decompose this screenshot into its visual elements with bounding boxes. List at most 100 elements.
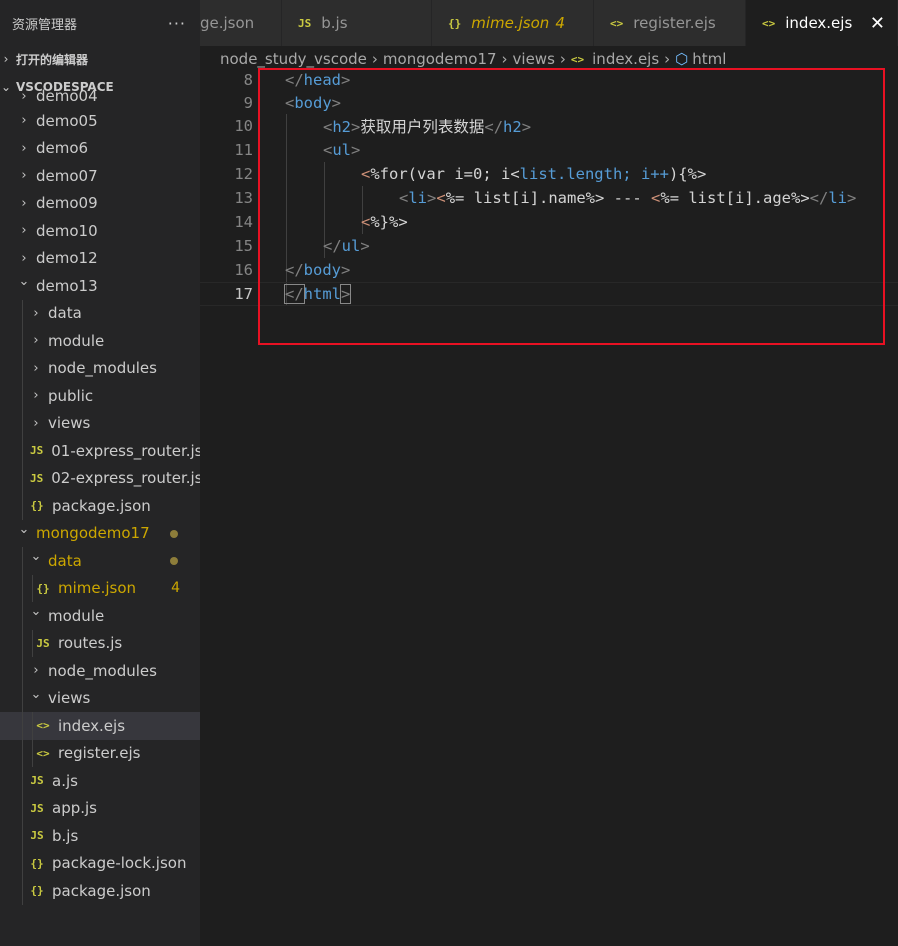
tree-item-label: register.ejs [58, 744, 141, 763]
breadcrumb-item-views[interactable]: views [513, 50, 555, 68]
tree-file[interactable]: <> register.ejs [0, 739, 200, 767]
tree-folder[interactable]: › node_modules [0, 354, 200, 382]
vscode-window: 资源管理器 ··· › 打开的编辑器 ⌄ VSCODESPACE › demo04… [0, 0, 898, 946]
line-number: 17 [234, 285, 253, 303]
tree-indent-guide [22, 684, 23, 712]
breadcrumb-item-workspace[interactable]: node_study_vscode [220, 50, 367, 68]
editor-tab[interactable]: JS b.js [282, 0, 432, 46]
tree-indent-guide [22, 877, 23, 905]
modified-dot-icon [170, 557, 178, 565]
tree-file[interactable]: JS 01-express_router.js [0, 437, 200, 465]
breadcrumb-item-folder[interactable]: mongodemo17 [383, 50, 497, 68]
line-number: 10 [234, 117, 253, 135]
tree-indent-guide [22, 629, 23, 657]
line-number: 11 [234, 141, 253, 159]
editor-tab[interactable]: <> index.ejs ✕ [746, 0, 898, 46]
tree-item-label: index.ejs [58, 716, 126, 735]
tree-indent-guide [22, 382, 23, 410]
close-icon[interactable]: ✕ [870, 13, 885, 34]
tree-indent-guide [22, 739, 23, 767]
chevron-down-icon: ⌄ [30, 604, 42, 620]
tree-folder[interactable]: ⌄ demo13 [0, 272, 200, 300]
tree-indent-guide [22, 437, 23, 465]
tree-folder[interactable]: › demo10 [0, 217, 200, 245]
tree-folder[interactable]: › demo05 [0, 107, 200, 135]
chevron-down-icon: ⌄ [30, 549, 42, 565]
tree-indent-guide [22, 657, 23, 685]
tree-item-label: demo12 [36, 249, 98, 268]
tree-folder[interactable]: ⌄ views [0, 684, 200, 712]
tree-folder[interactable]: ⌄ mongodemo17 [0, 520, 200, 548]
code-line: 15 </ul> [200, 234, 898, 258]
tree-folder[interactable]: › public [0, 382, 200, 410]
tree-file[interactable]: {} package.json [0, 877, 200, 905]
chevron-right-icon: › [33, 333, 39, 349]
json-file-icon: {} [30, 884, 44, 898]
js-file-icon: JS [30, 829, 44, 843]
code-line: 8 </head> [200, 68, 898, 92]
tree-indent-guide [22, 574, 23, 602]
tree-indent-guide [22, 767, 23, 795]
chevron-right-icon: › [21, 223, 27, 239]
tree-folder[interactable]: ⌄ data [0, 547, 200, 575]
tree-file[interactable]: JS routes.js [0, 629, 200, 657]
chevron-right-icon: › [33, 305, 39, 321]
tab-label: index.ejs [785, 14, 853, 32]
js-file-icon: JS [30, 444, 44, 458]
breadcrumb-item-file[interactable]: index.ejs [592, 50, 659, 68]
tab-label: mime.json [471, 14, 550, 32]
tree-file[interactable]: JS b.js [0, 822, 200, 850]
ejs-file-icon: <> [36, 719, 50, 733]
tree-item-label: node_modules [48, 359, 157, 378]
tree-file[interactable]: JS app.js [0, 794, 200, 822]
tree-file[interactable]: {} mime.json 4 [0, 574, 200, 602]
tree-indent-guide [32, 739, 33, 767]
more-actions-icon[interactable]: ··· [168, 14, 186, 33]
tree-indent-guide [22, 794, 23, 822]
tree-item-label: routes.js [58, 634, 123, 653]
tree-indent-guide [32, 629, 33, 657]
tree-folder[interactable]: › demo04 [0, 85, 200, 107]
tree-folder[interactable]: › module [0, 327, 200, 355]
tree-file[interactable]: JS a.js [0, 767, 200, 795]
code-line: 14 <%}%> [200, 210, 898, 234]
open-editors-section[interactable]: › 打开的编辑器 [0, 46, 88, 72]
tree-item-label: demo6 [36, 139, 89, 158]
tree-indent-guide [22, 464, 23, 492]
code-line: 10 <h2>获取用户列表数据</h2> [200, 114, 898, 138]
file-tree: › demo04 › demo05 › demo6 › demo07 › demo09 › demo1… [0, 87, 200, 905]
tree-file[interactable]: <> index.ejs [0, 712, 200, 740]
tree-folder[interactable]: › demo6 [0, 135, 200, 163]
chevron-right-icon: › [3, 52, 9, 66]
tree-indent-guide [22, 547, 23, 575]
tree-item-label: mongodemo17 [36, 524, 150, 543]
tree-file[interactable]: {} package-lock.json [0, 849, 200, 877]
json-file-icon: {} [448, 16, 462, 30]
breadcrumb-item-symbol[interactable]: html [692, 50, 726, 68]
tree-file[interactable]: JS 02-express_router.js [0, 464, 200, 492]
ejs-file-icon: <> [610, 16, 624, 30]
tree-folder[interactable]: › demo09 [0, 190, 200, 218]
tree-folder[interactable]: › views [0, 409, 200, 437]
tree-folder[interactable]: › node_modules [0, 657, 200, 685]
tree-folder[interactable]: › data [0, 299, 200, 327]
code-editor[interactable]: 8 </head> 9 <body> 10 <h2>获取用户列表数据</h2> … [200, 71, 898, 946]
chevron-right-icon: › [21, 113, 27, 129]
tree-indent-guide [22, 602, 23, 630]
editor-tab[interactable]: <> register.ejs [594, 0, 746, 46]
ejs-file-icon: <> [762, 16, 776, 30]
chevron-right-icon: › [559, 50, 566, 68]
code-line: 16 </body> [200, 258, 898, 282]
tree-file[interactable]: {} package.json [0, 492, 200, 520]
editor-tab[interactable]: ge.json [200, 0, 282, 46]
tree-item-label: demo07 [36, 166, 98, 185]
tree-folder[interactable]: ⌄ module [0, 602, 200, 630]
line-number: 15 [234, 237, 253, 255]
ejs-file-icon: <> [36, 746, 50, 760]
js-file-icon: JS [36, 636, 50, 650]
tree-folder[interactable]: › demo12 [0, 245, 200, 273]
tree-folder[interactable]: › demo07 [0, 162, 200, 190]
code-line: 9 <body> [200, 91, 898, 115]
json-file-icon: {} [36, 581, 50, 595]
editor-tab[interactable]: {} mime.json 4 [432, 0, 594, 46]
